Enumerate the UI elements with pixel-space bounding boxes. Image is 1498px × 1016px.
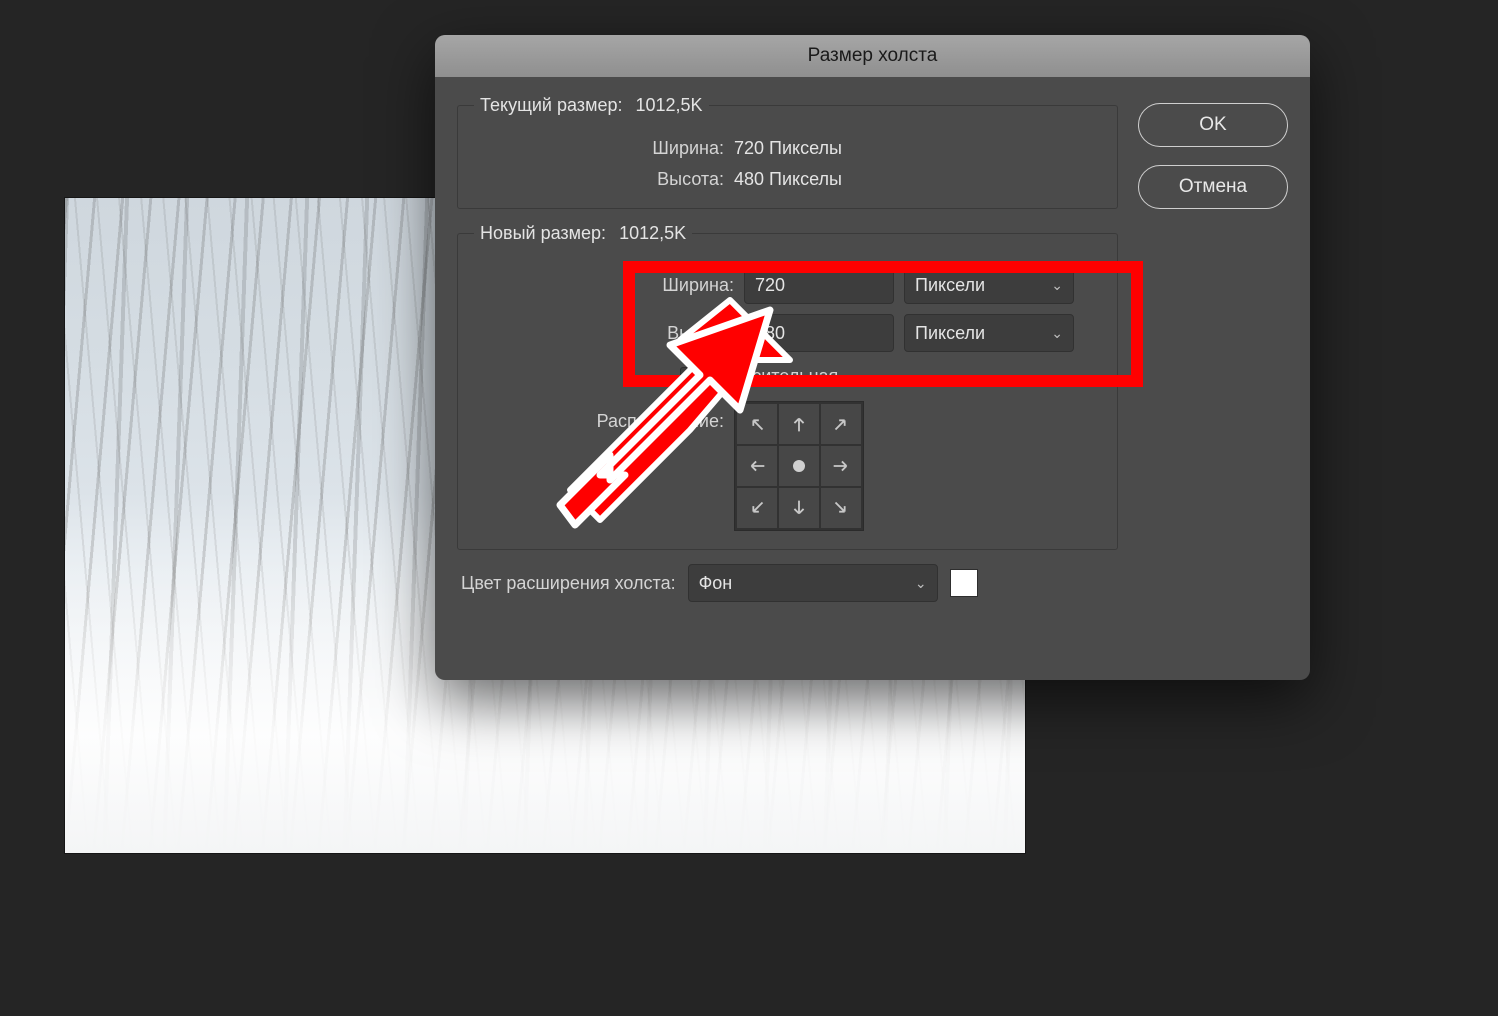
current-size-legend: Текущий размер: 1012,5K xyxy=(474,95,709,116)
current-height-label: Высота: xyxy=(474,169,734,190)
new-width-unit-select[interactable]: Пиксели ⌄ xyxy=(904,266,1074,304)
ok-button-label: OK xyxy=(1199,114,1226,136)
new-width-unit-value: Пиксели xyxy=(915,275,985,296)
new-size-legend-label: Новый размер: xyxy=(480,223,606,243)
anchor-label: Расположение: xyxy=(474,401,734,432)
current-size-group: Текущий размер: 1012,5K Ширина: 720 Пикс… xyxy=(457,95,1118,209)
new-height-input[interactable] xyxy=(744,314,894,352)
anchor-left[interactable] xyxy=(737,446,777,486)
canvas-extension-color-select[interactable]: Фон ⌄ xyxy=(688,564,938,602)
new-size-value: 1012,5K xyxy=(619,223,686,243)
anchor-grid xyxy=(734,401,864,531)
cancel-button[interactable]: Отмена xyxy=(1138,165,1288,209)
new-height-label: Высота: xyxy=(474,323,734,344)
anchor-bottom-right[interactable] xyxy=(821,488,861,528)
ok-button[interactable]: OK xyxy=(1138,103,1288,147)
current-width-label: Ширина: xyxy=(474,138,734,159)
new-width-label: Ширина: xyxy=(474,275,734,296)
current-height-value: 480 Пикселы xyxy=(734,169,842,190)
chevron-down-icon: ⌄ xyxy=(1051,277,1063,294)
current-size-legend-label: Текущий размер: xyxy=(480,95,622,115)
dialog-titlebar[interactable]: Размер холста xyxy=(435,35,1310,77)
anchor-top-right[interactable] xyxy=(821,404,861,444)
new-size-group: Новый размер: 1012,5K Ширина: Пиксели ⌄ … xyxy=(457,223,1118,550)
relative-checkbox[interactable] xyxy=(680,367,700,387)
anchor-bottom[interactable] xyxy=(779,488,819,528)
anchor-top-left[interactable] xyxy=(737,404,777,444)
cancel-button-label: Отмена xyxy=(1179,176,1247,198)
new-height-unit-select[interactable]: Пиксели ⌄ xyxy=(904,314,1074,352)
dialog-right-column: OK Отмена xyxy=(1138,95,1288,658)
dialog-body: Текущий размер: 1012,5K Ширина: 720 Пикс… xyxy=(435,77,1310,680)
current-width-value: 720 Пикселы xyxy=(734,138,842,159)
canvas-size-dialog: Размер холста Текущий размер: 1012,5K Ши… xyxy=(435,35,1310,680)
dialog-left-column: Текущий размер: 1012,5K Ширина: 720 Пикс… xyxy=(457,95,1118,658)
chevron-down-icon: ⌄ xyxy=(1051,325,1063,342)
canvas-extension-color-swatch[interactable] xyxy=(950,569,978,597)
anchor-right[interactable] xyxy=(821,446,861,486)
new-height-unit-value: Пиксели xyxy=(915,323,985,344)
dot-icon xyxy=(793,460,805,472)
anchor-top[interactable] xyxy=(779,404,819,444)
anchor-bottom-left[interactable] xyxy=(737,488,777,528)
relative-checkbox-label: Относительная xyxy=(710,366,838,387)
current-size-value: 1012,5K xyxy=(635,95,702,115)
canvas-extension-color-value: Фон xyxy=(699,573,733,594)
anchor-center[interactable] xyxy=(779,446,819,486)
dialog-title: Размер холста xyxy=(808,45,938,67)
chevron-down-icon: ⌄ xyxy=(915,575,927,592)
canvas-extension-color-label: Цвет расширения холста: xyxy=(461,573,676,594)
new-width-input[interactable] xyxy=(744,266,894,304)
new-size-legend: Новый размер: 1012,5K xyxy=(474,223,692,244)
